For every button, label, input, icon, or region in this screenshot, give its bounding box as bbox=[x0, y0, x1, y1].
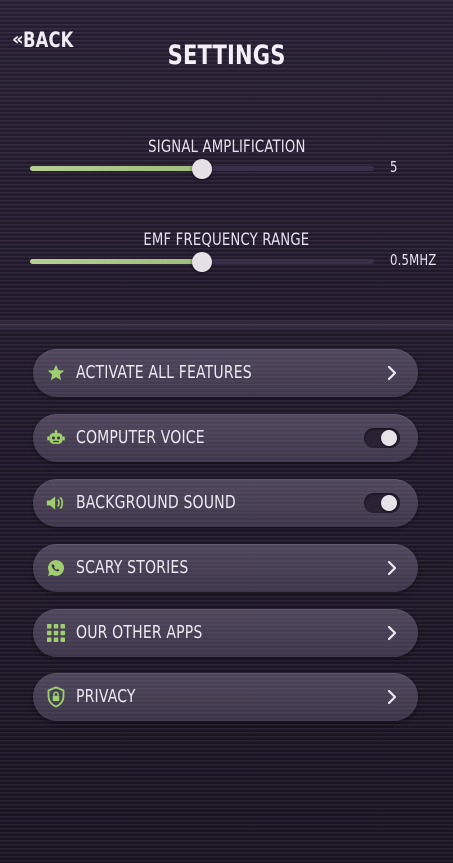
menu-item-label: ACTIVATE ALL FEATURES bbox=[76, 362, 252, 383]
menu-item-label: BACKGROUND SOUND bbox=[76, 492, 236, 513]
our-other-apps-button[interactable]: OUR OTHER APPS bbox=[33, 609, 418, 657]
scary-stories-button[interactable]: SCARY STORIES bbox=[33, 544, 418, 592]
page-title: SETTINGS bbox=[167, 40, 286, 71]
chevron-right-icon bbox=[387, 560, 397, 576]
chevron-right-icon bbox=[387, 365, 397, 381]
toggle-knob bbox=[381, 430, 397, 446]
slider-fill bbox=[30, 166, 202, 171]
chevron-right-icon bbox=[387, 625, 397, 641]
menu-item-label: SCARY STORIES bbox=[76, 557, 189, 578]
computer-voice-toggle[interactable] bbox=[364, 428, 400, 448]
slider-fill bbox=[30, 259, 202, 264]
privacy-button[interactable]: PRIVACY bbox=[33, 673, 418, 721]
section-divider bbox=[0, 318, 453, 332]
menu-item-label: PRIVACY bbox=[76, 686, 136, 707]
slider-thumb[interactable] bbox=[192, 252, 212, 272]
emf-frequency-label: EMF FREQUENCY RANGE bbox=[143, 230, 310, 250]
background-sound-toggle[interactable] bbox=[364, 493, 400, 513]
speaker-icon bbox=[45, 492, 67, 514]
emf-frequency-value: 0.5MHZ bbox=[390, 251, 437, 269]
emf-frequency-slider[interactable] bbox=[30, 252, 374, 272]
menu-item-label: OUR OTHER APPS bbox=[76, 622, 203, 643]
background-sound-row: BACKGROUND SOUND bbox=[33, 479, 418, 527]
menu-item-label: COMPUTER VOICE bbox=[76, 427, 205, 448]
computer-voice-row: COMPUTER VOICE bbox=[33, 414, 418, 462]
shield-lock-icon bbox=[45, 686, 67, 708]
star-icon bbox=[45, 362, 67, 384]
chat-bubble-icon bbox=[45, 557, 67, 579]
grid-icon bbox=[45, 622, 67, 644]
signal-amplification-value: 5 bbox=[390, 158, 398, 176]
slider-thumb[interactable] bbox=[192, 159, 212, 179]
signal-amplification-slider[interactable] bbox=[30, 159, 374, 179]
signal-amplification-label: SIGNAL AMPLIFICATION bbox=[147, 137, 306, 157]
robot-icon bbox=[45, 427, 67, 449]
toggle-knob bbox=[381, 495, 397, 511]
chevron-right-icon bbox=[387, 689, 397, 705]
activate-all-features-button[interactable]: ACTIVATE ALL FEATURES bbox=[33, 349, 418, 397]
